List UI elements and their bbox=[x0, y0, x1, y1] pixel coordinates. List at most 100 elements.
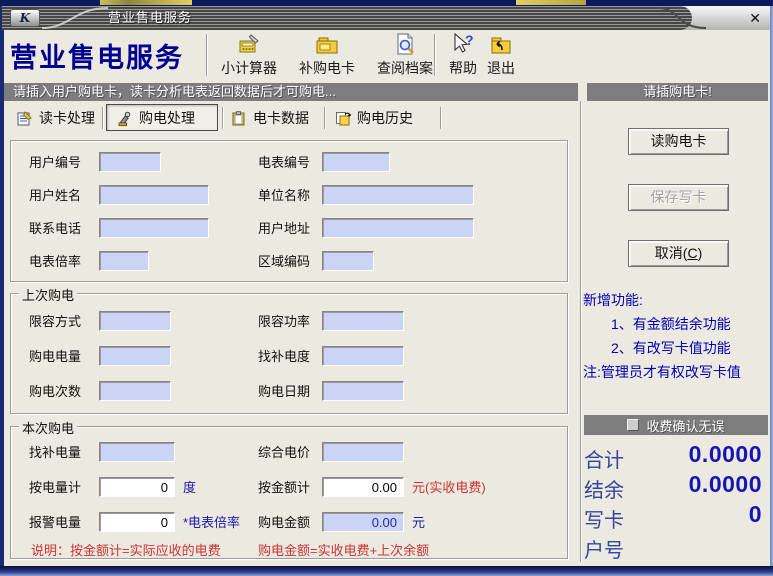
write-card-value: 0 bbox=[749, 501, 762, 528]
tab-card-data[interactable]: 电卡数据 bbox=[230, 106, 309, 130]
background-window-fragment bbox=[100, 0, 192, 5]
card-history-icon bbox=[334, 110, 351, 127]
exit-icon bbox=[488, 32, 514, 58]
toolbar-label: 查阅档案 bbox=[377, 58, 433, 78]
page-title: 营业售电服务 bbox=[10, 36, 184, 75]
field-label: 报警电量 bbox=[29, 513, 81, 533]
background-window-fragment bbox=[516, 0, 586, 5]
unit-suffix: 度 bbox=[183, 478, 196, 498]
comprehensive-price-input[interactable] bbox=[322, 442, 404, 462]
confirm-checkbox[interactable] bbox=[627, 419, 639, 431]
calculator-icon bbox=[236, 32, 262, 58]
cancel-label: 取消( bbox=[655, 245, 688, 261]
field-label: 找补电量 bbox=[29, 443, 81, 463]
titlebar-curve bbox=[40, 6, 110, 30]
field-label: 联系电话 bbox=[29, 219, 81, 239]
field-label: 用户地址 bbox=[258, 219, 310, 239]
meter-ratio-input[interactable] bbox=[99, 251, 149, 271]
writing-pen-icon bbox=[116, 110, 133, 127]
note-text: 说明：按金额计=实际应收的电费 bbox=[31, 540, 221, 559]
read-card-button[interactable]: 读购电卡 bbox=[628, 128, 729, 155]
user-no-input[interactable] bbox=[99, 152, 161, 172]
adjust-energy-input[interactable] bbox=[99, 442, 175, 462]
tab-separator bbox=[324, 107, 326, 129]
account-no-label: 户号 bbox=[584, 534, 624, 563]
current-purchase-group: 本次购电 找补电量 综合电价 按电量计 度 按金额计 元(实收电费) 报警电量 … bbox=[10, 426, 568, 559]
tab-separator bbox=[440, 107, 442, 129]
toolbar-label: 补购电卡 bbox=[299, 58, 355, 78]
field-label: 按金额计 bbox=[258, 478, 310, 498]
user-name-input[interactable] bbox=[99, 185, 209, 205]
feature-title: 新增功能: bbox=[583, 288, 771, 312]
titlebar[interactable]: K 营业售电服务 ✕ bbox=[2, 6, 771, 30]
field-label: 购电日期 bbox=[258, 382, 310, 402]
close-button[interactable]: ✕ bbox=[749, 6, 761, 30]
purchase-amount-input[interactable] bbox=[322, 512, 404, 532]
exit-button[interactable]: 退出 bbox=[480, 32, 522, 79]
tab-purchase-history[interactable]: 购电历史 bbox=[334, 106, 413, 130]
view-archive-button[interactable]: 查阅档案 bbox=[368, 32, 442, 79]
unit-name-input[interactable] bbox=[322, 185, 474, 205]
alarm-energy-input[interactable] bbox=[99, 512, 175, 532]
cancel-button[interactable]: 取消(C) bbox=[628, 240, 729, 267]
unit-suffix: 元 bbox=[412, 513, 425, 533]
user-info-group: 用户编号 电表编号 用户姓名 单位名称 联系电话 用户地址 电表倍率 区域编码 bbox=[10, 140, 568, 282]
by-amount-input[interactable] bbox=[322, 477, 404, 497]
times-input[interactable] bbox=[99, 381, 171, 401]
field-label: 区域编码 bbox=[258, 252, 310, 272]
confirm-bar: 收费确认无误 bbox=[584, 415, 768, 435]
toolbar-separator bbox=[434, 34, 436, 76]
toolbar-label: 帮助 bbox=[449, 58, 477, 78]
field-label: 购电次数 bbox=[29, 382, 81, 402]
window-title: 营业售电服务 bbox=[108, 6, 192, 30]
limit-mode-input[interactable] bbox=[99, 311, 171, 331]
address-input[interactable] bbox=[322, 218, 474, 238]
field-label: 限容方式 bbox=[29, 312, 81, 332]
help-button[interactable]: ? 帮助 bbox=[442, 32, 484, 79]
balance-label: 结余 bbox=[584, 474, 624, 503]
calculator-button[interactable]: 小计算器 bbox=[212, 32, 286, 79]
tab-label: 购电处理 bbox=[139, 108, 195, 128]
adjust-degree-input[interactable] bbox=[322, 346, 404, 366]
cancel-label: ) bbox=[698, 245, 703, 261]
field-label: 限容功率 bbox=[258, 312, 310, 332]
field-label: 用户姓名 bbox=[29, 186, 81, 206]
energy-input[interactable] bbox=[99, 346, 171, 366]
tab-separator bbox=[102, 107, 104, 129]
tab-purchase-process[interactable]: 购电处理 bbox=[116, 106, 195, 130]
field-label: 按电量计 bbox=[29, 478, 81, 498]
date-input[interactable] bbox=[322, 381, 404, 401]
feature-item: 1、有金额结余功能 bbox=[583, 312, 771, 336]
folder-card-icon bbox=[314, 32, 340, 58]
unit-suffix: 元(实收电费) bbox=[412, 478, 486, 498]
write-card-row: 写卡 0 bbox=[584, 501, 766, 531]
titlebar-curve bbox=[654, 6, 714, 30]
feature-item: 2、有改写卡值功能 bbox=[583, 336, 771, 360]
field-label: 综合电价 bbox=[258, 443, 310, 463]
area-code-input[interactable] bbox=[322, 251, 374, 271]
tab-separator bbox=[222, 107, 224, 129]
phone-input[interactable] bbox=[99, 218, 209, 238]
window-edge bbox=[0, 566, 773, 576]
clipboard-icon bbox=[230, 110, 247, 127]
feature-notes: 新增功能: 1、有金额结余功能 2、有改写卡值功能 注:管理员才有权改写卡值 bbox=[583, 288, 771, 384]
by-energy-input[interactable] bbox=[99, 477, 175, 497]
tab-read-card[interactable]: 读卡处理 bbox=[16, 106, 95, 130]
app-icon: K bbox=[10, 9, 40, 27]
cancel-hotkey: C bbox=[687, 245, 697, 261]
tab-label: 电卡数据 bbox=[253, 108, 309, 128]
document-search-icon bbox=[392, 32, 418, 58]
total-label: 合计 bbox=[584, 444, 624, 473]
unit-suffix: *电表倍率 bbox=[183, 513, 240, 533]
meter-no-input[interactable] bbox=[322, 152, 390, 172]
tab-label: 读卡处理 bbox=[39, 108, 95, 128]
toolbar-separator bbox=[206, 34, 208, 76]
field-label: 用户编号 bbox=[29, 153, 81, 173]
panel-divider bbox=[580, 101, 582, 562]
limit-power-input[interactable] bbox=[322, 311, 404, 331]
supplement-card-button[interactable]: 补购电卡 bbox=[290, 32, 364, 79]
feature-note: 注:管理员才有权改写卡值 bbox=[583, 360, 771, 384]
group-legend: 上次购电 bbox=[19, 285, 77, 304]
field-label: 电表倍率 bbox=[29, 252, 81, 272]
field-label: 找补电度 bbox=[258, 347, 310, 367]
